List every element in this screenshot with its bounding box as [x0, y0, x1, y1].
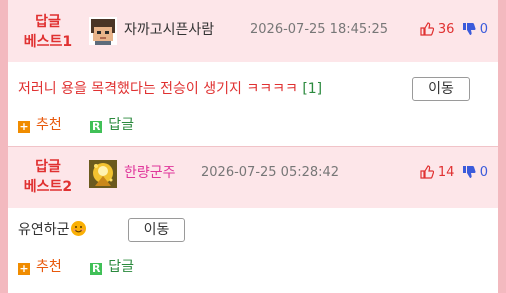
vote-counts: 36 0 — [420, 20, 488, 40]
recommend-label: 추천 — [36, 259, 62, 275]
reply-count[interactable]: [1] — [302, 81, 322, 97]
badge-line2: 베스트2 — [23, 179, 73, 195]
reply-label: 답글 — [108, 259, 134, 275]
upvote-count: 14 — [437, 165, 455, 180]
badge-line1: 답글 — [35, 14, 61, 30]
comment-body: 유연하군 — [18, 220, 86, 240]
r-square-icon: R — [90, 262, 103, 275]
avatar[interactable] — [89, 160, 117, 188]
best-badge: 답글 베스트2 — [18, 157, 78, 197]
upvote-count: 36 — [437, 22, 455, 37]
comment-header: 답글 베스트2 한량군주 2026-07-25 05:28:42 14 0 — [8, 146, 498, 208]
downvote-count: 0 — [479, 165, 488, 180]
thumbs-up-icon[interactable] — [420, 165, 434, 179]
best-comment-2: 답글 베스트2 한량군주 2026-07-25 05:28:42 14 0 유연… — [8, 146, 498, 293]
comment-body: 저러니 용을 목격했다는 전승이 생기지 ㅋㅋㅋㅋ [1] — [18, 79, 322, 99]
move-button[interactable]: 이동 — [128, 218, 185, 242]
thumbs-down-icon[interactable] — [462, 22, 476, 36]
comment-actions: + 추천 R 답글 — [18, 257, 158, 277]
comment-date: 2026-07-25 05:28:42 — [201, 165, 340, 180]
comment-actions: + 추천 R 답글 — [18, 115, 158, 135]
badge-line1: 답글 — [35, 159, 61, 175]
username[interactable]: 자까고시픈사람 — [124, 20, 214, 40]
downvote-count: 0 — [479, 22, 488, 37]
recommend-button[interactable]: + 추천 — [18, 257, 62, 277]
plus-square-icon: + — [18, 120, 30, 133]
comment-panel: 답글 베스트1 자까고시픈사람 2026-07-25 18:45:25 36 0… — [8, 0, 498, 293]
reply-button[interactable]: R 답글 — [90, 257, 134, 277]
thumbs-down-icon[interactable] — [462, 165, 476, 179]
plus-square-icon: + — [18, 262, 30, 275]
avatar[interactable] — [89, 17, 117, 45]
recommend-label: 추천 — [36, 117, 62, 133]
smiling-face-icon — [70, 221, 86, 236]
comment-header: 답글 베스트1 자까고시픈사람 2026-07-25 18:45:25 36 0 — [8, 0, 498, 62]
move-button[interactable]: 이동 — [412, 77, 470, 101]
best-comment-1: 답글 베스트1 자까고시픈사람 2026-07-25 18:45:25 36 0… — [8, 0, 498, 146]
reply-button[interactable]: R 답글 — [90, 115, 134, 135]
comment-text: 저러니 용을 목격했다는 전승이 생기지 ㅋㅋㅋㅋ — [18, 81, 298, 97]
badge-line2: 베스트1 — [23, 34, 73, 50]
recommend-button[interactable]: + 추천 — [18, 115, 62, 135]
thumbs-up-icon[interactable] — [420, 22, 434, 36]
comment-text: 유연하군 — [18, 222, 70, 238]
r-square-icon: R — [90, 120, 103, 133]
reply-label: 답글 — [108, 117, 134, 133]
comment-date: 2026-07-25 18:45:25 — [250, 22, 389, 37]
username[interactable]: 한량군주 — [124, 163, 176, 183]
best-badge: 답글 베스트1 — [18, 12, 78, 52]
vote-counts: 14 0 — [420, 163, 488, 183]
